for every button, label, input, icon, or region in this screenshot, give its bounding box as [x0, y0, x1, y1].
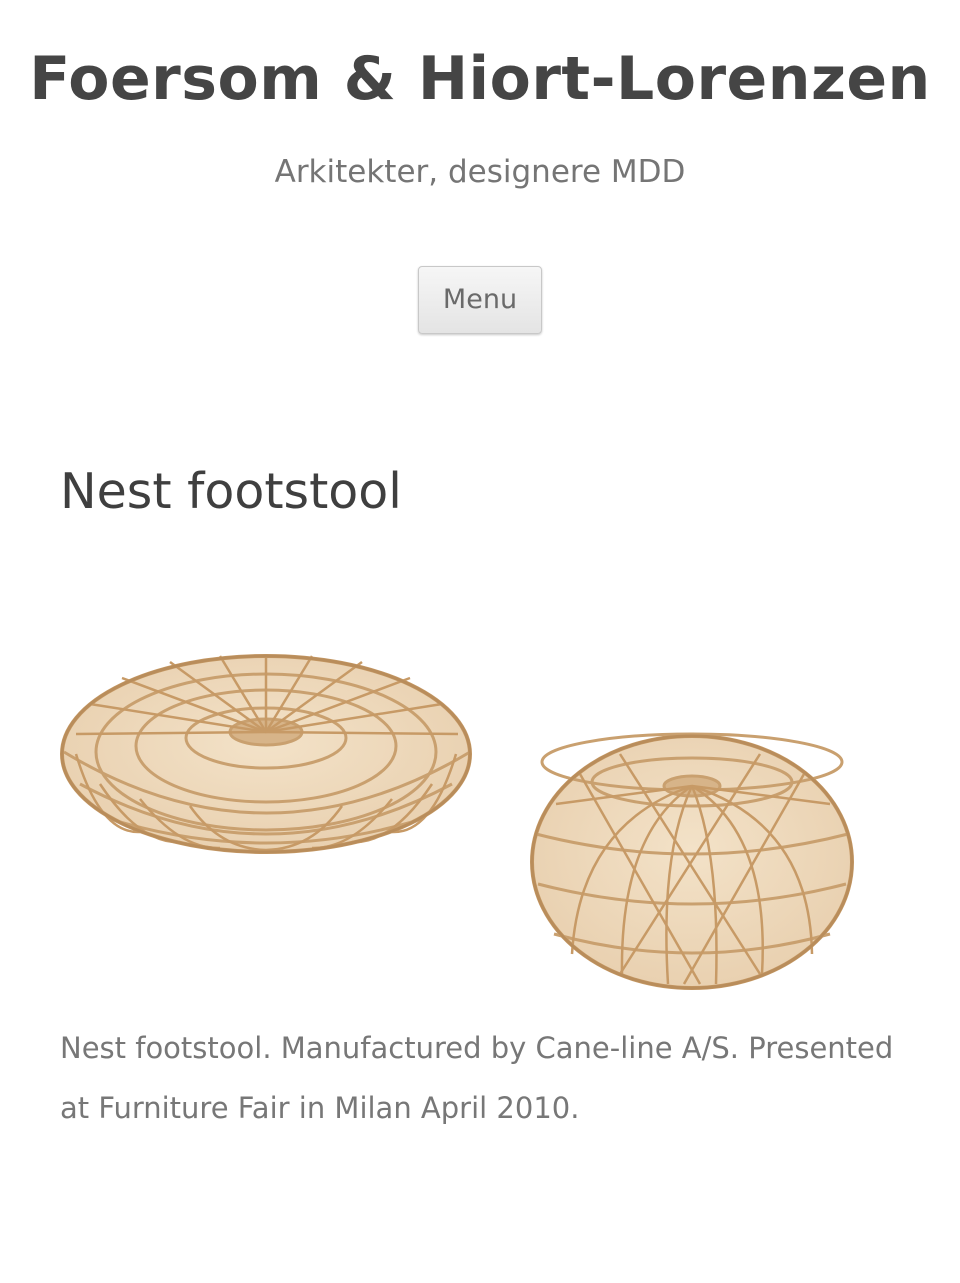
site-description: Arkitekter, designere MDD [274, 154, 686, 190]
small-footstool-graphic [530, 732, 854, 990]
entry: Nest footstool Nest footstool. Manufactu… [0, 462, 960, 1138]
main-navigation: Menu [0, 266, 960, 334]
entry-caption: Nest footstool. Manufactured by Cane-lin… [60, 1031, 894, 1125]
menu-button[interactable]: Menu [418, 266, 542, 334]
large-footstool-graphic [60, 654, 472, 854]
site-title[interactable]: Foersom & Hiort-Lorenzen [0, 0, 960, 114]
footstool-image [60, 634, 860, 994]
site-header: Foersom & Hiort-Lorenzen Arkitekter, des… [0, 0, 960, 192]
entry-title: Nest footstool [60, 463, 402, 520]
